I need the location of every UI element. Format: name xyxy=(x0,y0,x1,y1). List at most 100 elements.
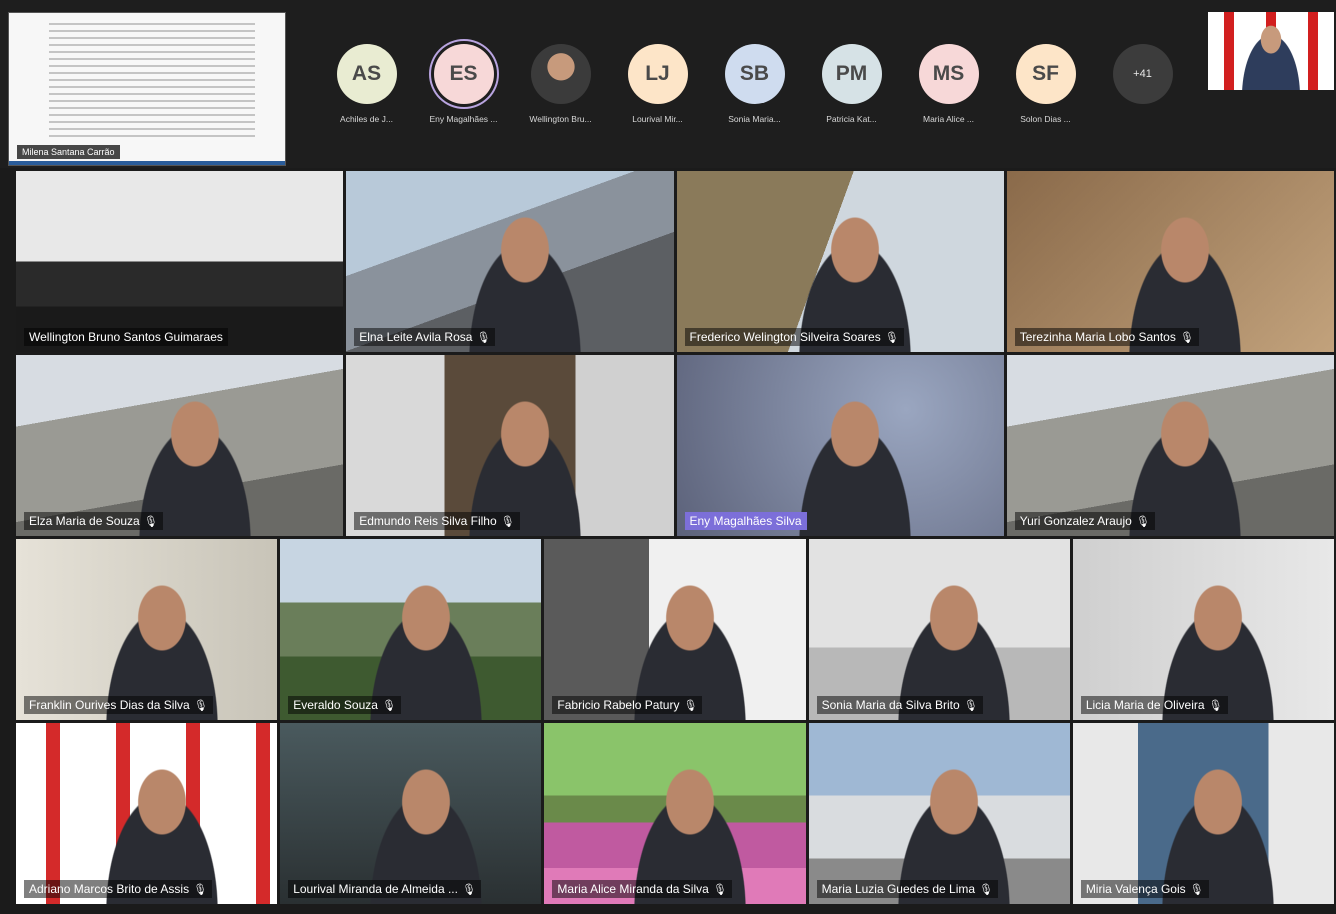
mic-muted-icon: 🎙 xyxy=(500,516,515,528)
shared-screen-thumbnail[interactable]: Milena Santana Carrão xyxy=(8,12,286,166)
participant-name-label: Fabricio Rabelo Patury 🎙 xyxy=(552,696,703,714)
grid-row: Wellington Bruno Santos Guimaraes Elna Le… xyxy=(16,171,1334,352)
video-tile[interactable]: Wellington Bruno Santos Guimaraes xyxy=(16,171,344,352)
participant-name: Yuri Gonzalez Araujo xyxy=(1019,514,1132,528)
document-text-lines xyxy=(49,23,255,139)
mic-muted-icon: 🎙 xyxy=(1179,332,1194,344)
participant-name: Wellington Bruno Santos Guimaraes xyxy=(29,330,223,344)
participant-name: Sonia Maria da Silva Brito xyxy=(821,698,960,712)
attendee-avatar[interactable]: ES xyxy=(433,44,494,104)
attendee-name: Solon Dias ... xyxy=(1020,114,1071,124)
video-tile[interactable]: Frederico Welington Silveira Soares 🎙 xyxy=(676,171,1004,352)
attendee-name: Eny Magalhães ... xyxy=(429,114,498,124)
participant-name: Eny Magalhães Silva xyxy=(689,514,802,528)
video-tile[interactable]: Licia Maria de Oliveira 🎙 xyxy=(1072,539,1335,720)
participant-name-label: Elza Maria de Souza 🎙 xyxy=(24,512,163,530)
attendee-avatar[interactable]: LJ xyxy=(627,44,688,104)
attendee-avatar[interactable] xyxy=(530,44,591,104)
mic-muted-icon: 🎙 xyxy=(884,332,899,344)
mic-muted-icon: 🎙 xyxy=(1208,700,1223,712)
attendee-avatar[interactable]: AS xyxy=(336,44,397,104)
participant-name: Licia Maria de Oliveira xyxy=(1085,698,1205,712)
participant-name-label: Elna Leite Avila Rosa 🎙 xyxy=(354,328,496,346)
video-tile[interactable]: Miria Valença Gois 🎙 xyxy=(1072,723,1335,904)
participant-name-label: Edmundo Reis Silva Filho 🎙 xyxy=(354,512,520,530)
attendee-2[interactable]: Wellington Bru... xyxy=(512,44,609,144)
video-tile[interactable]: Elza Maria de Souza 🎙 xyxy=(16,355,344,536)
video-tile[interactable]: Elna Leite Avila Rosa 🎙 xyxy=(346,171,674,352)
self-view-person xyxy=(1234,18,1308,90)
video-tile[interactable]: Everaldo Souza 🎙 xyxy=(280,539,542,720)
attendee-avatar[interactable]: SB xyxy=(724,44,785,104)
attendee-name: Patricia Kat... xyxy=(826,114,877,124)
video-tile[interactable]: Maria Alice Miranda da Silva 🎙 xyxy=(544,723,806,904)
participant-name: Frederico Welington Silveira Soares xyxy=(689,330,881,344)
video-tile[interactable]: Edmundo Reis Silva Filho 🎙 xyxy=(346,355,674,536)
participant-name-label: Franklin Ourives Dias da Silva 🎙 xyxy=(24,696,213,714)
attendee-8[interactable]: +41 xyxy=(1094,44,1191,144)
mic-muted-icon: 🎙 xyxy=(143,516,158,528)
participant-name-label: Maria Luzia Guedes de Lima 🎙 xyxy=(816,880,998,898)
participant-name: Lourival Miranda de Almeida ... xyxy=(293,882,458,896)
mic-muted-icon: 🎙 xyxy=(712,884,727,896)
video-tile[interactable]: Maria Luzia Guedes de Lima 🎙 xyxy=(808,723,1070,904)
self-view-thumbnail[interactable] xyxy=(1208,12,1334,90)
video-tile[interactable]: Yuri Gonzalez Araujo 🎙 xyxy=(1006,355,1334,536)
participant-name-label: Lourival Miranda de Almeida ... 🎙 xyxy=(288,880,481,898)
grid-row: Franklin Ourives Dias da Silva 🎙 Everaldo … xyxy=(16,539,1335,720)
attendee-0[interactable]: AS Achiles de J... xyxy=(318,44,415,144)
participant-name: Maria Alice Miranda da Silva xyxy=(557,882,709,896)
participant-name: Adriano Marcos Brito de Assis xyxy=(29,882,190,896)
mic-muted-icon: 🎙 xyxy=(1135,516,1150,528)
participant-name: Everaldo Souza xyxy=(293,698,378,712)
attendee-avatar[interactable]: SF xyxy=(1015,44,1076,104)
mic-muted-icon: 🎙 xyxy=(979,884,993,896)
participant-name-label: Terezinha Maria Lobo Santos 🎙 xyxy=(1014,328,1199,346)
video-tile[interactable]: Lourival Miranda de Almeida ... 🎙 xyxy=(280,723,542,904)
attendee-name: Maria Alice ... xyxy=(922,114,975,124)
grid-row: Adriano Marcos Brito de Assis 🎙 Lourival M… xyxy=(16,723,1335,904)
participant-name-label: Adriano Marcos Brito de Assis 🎙 xyxy=(24,880,213,898)
more-attendees-button[interactable]: +41 xyxy=(1112,44,1173,104)
attendee-name: Sonia Maria... xyxy=(728,114,781,124)
attendee-7[interactable]: SF Solon Dias ... xyxy=(997,44,1094,144)
video-grid: Wellington Bruno Santos Guimaraes Elna Le… xyxy=(16,171,1335,907)
grid-row: Elza Maria de Souza 🎙 Edmundo Reis Silva F… xyxy=(16,355,1334,536)
attendee-name: Wellington Bru... xyxy=(529,114,592,124)
participant-name-label: Miria Valença Gois 🎙 xyxy=(1080,880,1209,898)
video-tile[interactable]: Eny Magalhães Silva xyxy=(676,355,1004,536)
attendee-3[interactable]: LJ Lourival Mir... xyxy=(609,44,706,144)
mic-muted-icon: 🎙 xyxy=(1189,884,1204,896)
attendee-1[interactable]: ES Eny Magalhães ... xyxy=(415,44,512,144)
attendee-name: Lourival Mir... xyxy=(632,114,683,124)
mic-muted-icon: 🎙 xyxy=(963,700,978,712)
attendee-strip: AS Achiles de J... ES Eny Magalhães ... Well… xyxy=(318,44,1191,144)
video-tile[interactable]: Adriano Marcos Brito de Assis 🎙 xyxy=(16,723,278,904)
taskbar xyxy=(9,161,285,165)
participant-name: Edmundo Reis Silva Filho xyxy=(359,514,497,528)
participant-name-label: Everaldo Souza 🎙 xyxy=(288,696,401,714)
participant-name: Elna Leite Avila Rosa xyxy=(359,330,473,344)
mic-muted-icon: 🎙 xyxy=(683,700,698,712)
participant-name-label: Sonia Maria da Silva Brito 🎙 xyxy=(816,696,983,714)
participant-name: Miria Valença Gois xyxy=(1085,882,1186,896)
participant-name-label: Licia Maria de Oliveira 🎙 xyxy=(1080,696,1228,714)
participant-name: Maria Luzia Guedes de Lima xyxy=(821,882,976,896)
participant-name-label: Eny Magalhães Silva xyxy=(684,512,807,530)
video-tile[interactable]: Franklin Ourives Dias da Silva 🎙 xyxy=(16,539,278,720)
video-tile[interactable]: Sonia Maria da Silva Brito 🎙 xyxy=(808,539,1070,720)
participant-name: Fabricio Rabelo Patury xyxy=(557,698,680,712)
attendee-name: Achiles de J... xyxy=(340,114,393,124)
participant-name-label: Frederico Welington Silveira Soares 🎙 xyxy=(684,328,904,346)
participant-name: Terezinha Maria Lobo Santos xyxy=(1019,330,1176,344)
attendee-4[interactable]: SB Sonia Maria... xyxy=(706,44,803,144)
mic-muted-icon: 🎙 xyxy=(193,884,208,896)
attendee-6[interactable]: MS Maria Alice ... xyxy=(900,44,997,144)
participant-name: Franklin Ourives Dias da Silva xyxy=(29,698,190,712)
attendee-avatar[interactable]: PM xyxy=(821,44,882,104)
attendee-5[interactable]: PM Patricia Kat... xyxy=(803,44,900,144)
video-tile[interactable]: Fabricio Rabelo Patury 🎙 xyxy=(544,539,806,720)
top-strip: Milena Santana Carrão AS Achiles de J... E… xyxy=(0,0,1336,168)
attendee-avatar[interactable]: MS xyxy=(918,44,979,104)
video-tile[interactable]: Terezinha Maria Lobo Santos 🎙 xyxy=(1006,171,1334,352)
